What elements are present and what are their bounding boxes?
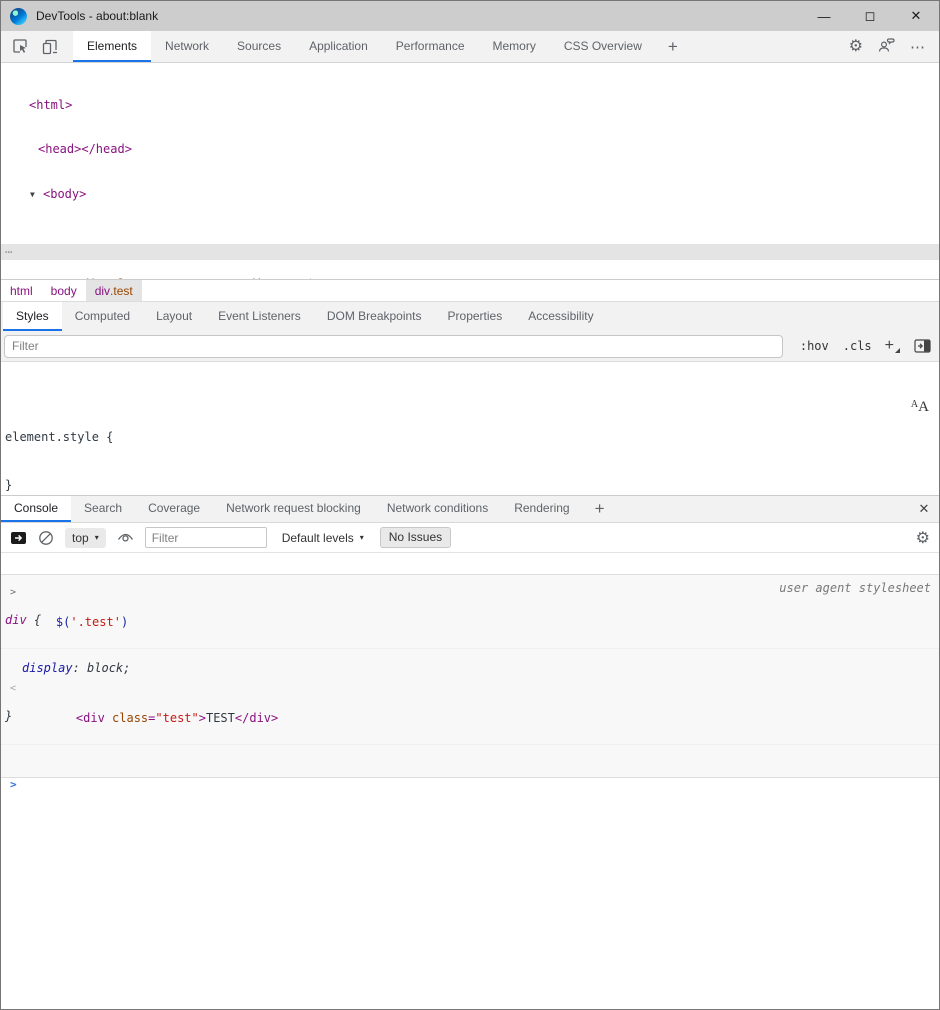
breadcrumb-html[interactable]: html [1,280,42,301]
settings-gear-icon[interactable]: ⚙ [849,39,863,55]
device-toolbar-icon[interactable] [35,31,65,62]
edge-logo-icon [10,8,27,25]
dom-node-body-open[interactable]: ▼<body> [1,186,939,202]
toolbar-right-icons: ⚙ ⋯ [849,31,939,62]
console-command[interactable]: > $('.test') [1,581,939,649]
prompt-chevron-icon: > [10,777,17,792]
toggle-computed-sidebar-icon[interactable] [908,339,936,353]
tab-accessibility[interactable]: Accessibility [515,302,606,331]
inspect-element-icon[interactable] [5,31,35,62]
devtools-toolbar: Elements Network Sources Application Per… [1,31,939,63]
tab-layout[interactable]: Layout [143,302,205,331]
tab-styles[interactable]: Styles [3,302,62,331]
styles-filter-input[interactable] [4,335,783,358]
tab-properties[interactable]: Properties [435,302,516,331]
maximize-button[interactable]: ◻ [847,1,893,31]
dom-node-html-open[interactable]: <html> [1,97,939,113]
font-editor-icon[interactable]: AA [911,397,929,415]
tab-application[interactable]: Application [295,31,382,62]
tab-sources[interactable]: Sources [223,31,295,62]
main-tabs: Elements Network Sources Application Per… [73,31,690,62]
tab-css-overview[interactable]: CSS Overview [550,31,656,62]
dom-node-head[interactable]: <head></head> [1,141,939,157]
command-chevron-icon: > [10,585,16,600]
title-bar: DevTools - about:blank — ◻ ✕ [1,1,939,31]
breadcrumb-body[interactable]: body [42,280,86,301]
elements-tree-panel: <html> <head></head> ▼<body> ⋯ <div clas… [1,63,939,279]
close-button[interactable]: ✕ [893,1,939,31]
result-chevron-icon: < [10,681,16,696]
dom-node-div-selected[interactable]: ⋯ <div class="test">TEST</div> == $0 [1,244,939,260]
styles-sidebar-tabs: Styles Computed Layout Event Listeners D… [1,301,939,331]
minimize-button[interactable]: — [801,1,847,31]
new-style-rule-button[interactable]: + [879,337,904,355]
window-controls: — ◻ ✕ [801,1,939,31]
tab-event-listeners[interactable]: Event Listeners [205,302,314,331]
tab-memory[interactable]: Memory [479,31,550,62]
node-menu-dots-icon[interactable]: ⋯ [5,244,13,260]
console-prompt[interactable]: > [1,773,939,794]
styles-filter-bar: :hov .cls + [1,331,939,362]
tab-dom-breakpoints[interactable]: DOM Breakpoints [314,302,435,331]
more-options-icon[interactable]: ⋯ [910,38,926,56]
add-tab-icon[interactable]: + [656,31,690,62]
dom-breadcrumb: html body div.test [1,279,939,301]
toggle-hover-state-button[interactable]: :hov [793,336,836,356]
tab-elements[interactable]: Elements [73,31,151,62]
feedback-icon[interactable] [878,38,895,56]
selected-node-marker: == $0 [277,277,320,279]
tab-performance[interactable]: Performance [382,31,479,62]
console-result[interactable]: < <div class="test">TEST</div> [1,677,939,745]
tab-network[interactable]: Network [151,31,223,62]
toggle-element-classes-button[interactable]: .cls [836,336,879,356]
expand-arrow-icon[interactable]: ▼ [30,187,43,203]
tab-computed[interactable]: Computed [62,302,143,331]
styles-rules-panel: element.style { } AA div { display: bloc… [1,362,939,495]
element-style-rule[interactable]: element.style { } AA [1,390,939,546]
window-title: DevTools - about:blank [36,9,158,23]
breadcrumb-div-test[interactable]: div.test [86,280,142,301]
